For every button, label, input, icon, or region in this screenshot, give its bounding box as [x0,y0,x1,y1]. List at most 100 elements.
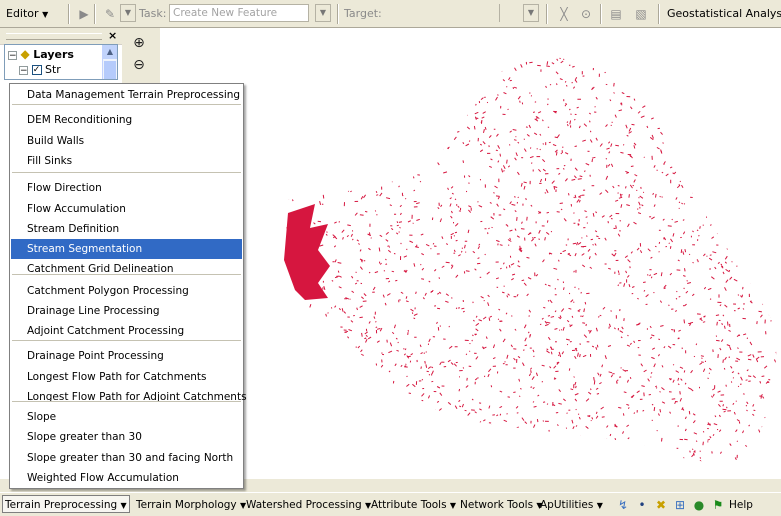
menu-item[interactable]: Stream Segmentation [11,239,242,259]
stream-segment [496,203,499,207]
help-menu-button[interactable]: Help [729,496,753,514]
stream-segment [324,424,326,427]
layer-visibility-checkbox[interactable]: ✓ [31,65,42,75]
stream-segment [302,405,306,408]
terrain-morphology-menu-button[interactable]: Terrain Morphology ▼ [136,496,246,514]
stream-segment [630,251,633,254]
zoom-out-icon[interactable]: ⊖ [129,55,149,75]
menu-item[interactable]: Fill Sinks [11,151,242,171]
edit-tool-icon[interactable]: ▶ [74,4,94,24]
task-dropdown-button[interactable]: ▼ [315,4,331,22]
stream-segment [620,151,624,154]
stream-segment [637,297,639,300]
batch-point-icon[interactable]: ✖ [653,496,669,514]
stream-segment [709,436,712,439]
menu-item[interactable]: Drainage Line Processing [11,301,242,321]
menu-item[interactable]: Adjoint Catchment Processing [11,321,242,341]
scroll-thumb[interactable] [104,61,116,79]
stream-segment [732,402,735,405]
menu-item[interactable]: Longest Flow Path for Catchments [11,367,242,387]
stream-segment [741,294,743,298]
menu-item[interactable]: Data Management Terrain Preprocessing [11,85,242,105]
menu-item[interactable]: Longest Flow Path for Adjoint Catchments [11,387,247,407]
menu-item[interactable]: Stream Definition [11,219,242,239]
stream-segment [764,243,767,246]
stream-segment [629,342,632,345]
flag-icon[interactable]: ⚑ [710,496,726,514]
stream-segment [737,372,740,375]
collapse-icon[interactable]: − [19,65,28,75]
stream-segment [718,403,721,408]
toc-layers-row[interactable]: − ◆ Layers [8,47,74,61]
stream-segment [671,398,676,400]
stream-segment [289,440,292,443]
stream-segment [444,421,449,423]
stream-segment [517,265,521,268]
scroll-up-icon[interactable]: ▲ [103,45,117,59]
sketch-properties-icon[interactable]: ▧ [631,4,651,24]
stream-segment [678,295,681,298]
menu-item[interactable]: Weighted Flow Accumulation [11,468,242,488]
target-select[interactable] [382,4,500,22]
stream-segment [570,113,572,116]
stream-segment [682,251,685,255]
stream-segment [484,253,486,256]
menu-item[interactable]: Slope [11,407,242,427]
stream-segment [471,398,474,401]
aputilities-menu-button[interactable]: ApUtilities ▼ [540,496,603,514]
toc-scrollbar[interactable]: ▲ [102,45,117,79]
stream-segment [546,321,551,324]
menu-item[interactable]: Build Walls [11,131,242,151]
split-tool-icon[interactable]: ╳ [554,4,574,24]
menu-item[interactable]: Flow Accumulation [11,199,242,219]
sketch-tool-icon[interactable]: ✎ [100,4,120,24]
menu-item[interactable]: Drainage Point Processing [11,346,242,366]
sketch-dropdown-button[interactable]: ▼ [120,4,136,22]
stream-segment [537,394,540,397]
stream-segment [445,293,449,297]
watershed-processing-menu-button[interactable]: Watershed Processing ▼ [246,496,371,514]
stream-segment [298,450,301,454]
stream-segment [435,51,438,54]
rotate-tool-icon[interactable]: ⊙ [576,4,596,24]
attribute-tools-menu-button[interactable]: Attribute Tools ▼ [371,496,456,514]
stream-segment [745,142,749,146]
terrain-preprocessing-menu-button[interactable]: Terrain Preprocessing ▼ [2,495,130,513]
stream-segment [562,249,566,253]
stream-segment [541,317,544,320]
collapse-icon[interactable]: − [8,50,17,60]
point-delineation-icon[interactable]: • [634,496,650,514]
close-icon[interactable]: × [108,29,117,42]
map-canvas[interactable] [160,28,781,478]
flow-path-tracing-icon[interactable]: ↯ [615,496,631,514]
stream-segment [762,396,765,399]
globe-icon[interactable]: ● [691,496,707,514]
stream-segment [396,221,399,224]
toc-layer-row[interactable]: − ✓ Str [19,63,61,77]
stream-segment [684,416,687,420]
geostatistical-analyst-menu[interactable]: Geostatistical Analyst ▼ [667,5,781,22]
menu-item[interactable]: Slope greater than 30 [11,427,242,447]
stream-segment [504,361,506,363]
stream-segment [296,176,300,180]
stream-segment [404,348,407,351]
toc-grip[interactable] [6,33,102,40]
menu-item[interactable]: Catchment Polygon Processing [11,281,242,301]
stream-segment [291,199,294,202]
stream-segment [649,57,652,62]
task-select[interactable]: Create New Feature [169,4,309,22]
stream-segment [499,328,502,332]
zoom-in-icon[interactable]: ⊕ [129,33,149,53]
stream-segment [358,438,361,441]
stream-segment [393,324,396,329]
network-tools-menu-button[interactable]: Network Tools ▼ [460,496,543,514]
target-dropdown-button[interactable]: ▼ [523,4,539,22]
menu-item[interactable]: Slope greater than 30 and facing North [11,448,242,468]
menu-item[interactable]: Catchment Grid Delineation [11,259,242,279]
network-icon[interactable]: ⊞ [672,496,688,514]
editor-menu[interactable]: Editor ▼ [6,5,48,22]
menu-item[interactable]: Flow Direction [11,178,242,198]
stream-segment [499,153,501,157]
attributes-icon[interactable]: ▤ [606,4,626,24]
menu-item[interactable]: DEM Reconditioning [11,110,242,130]
